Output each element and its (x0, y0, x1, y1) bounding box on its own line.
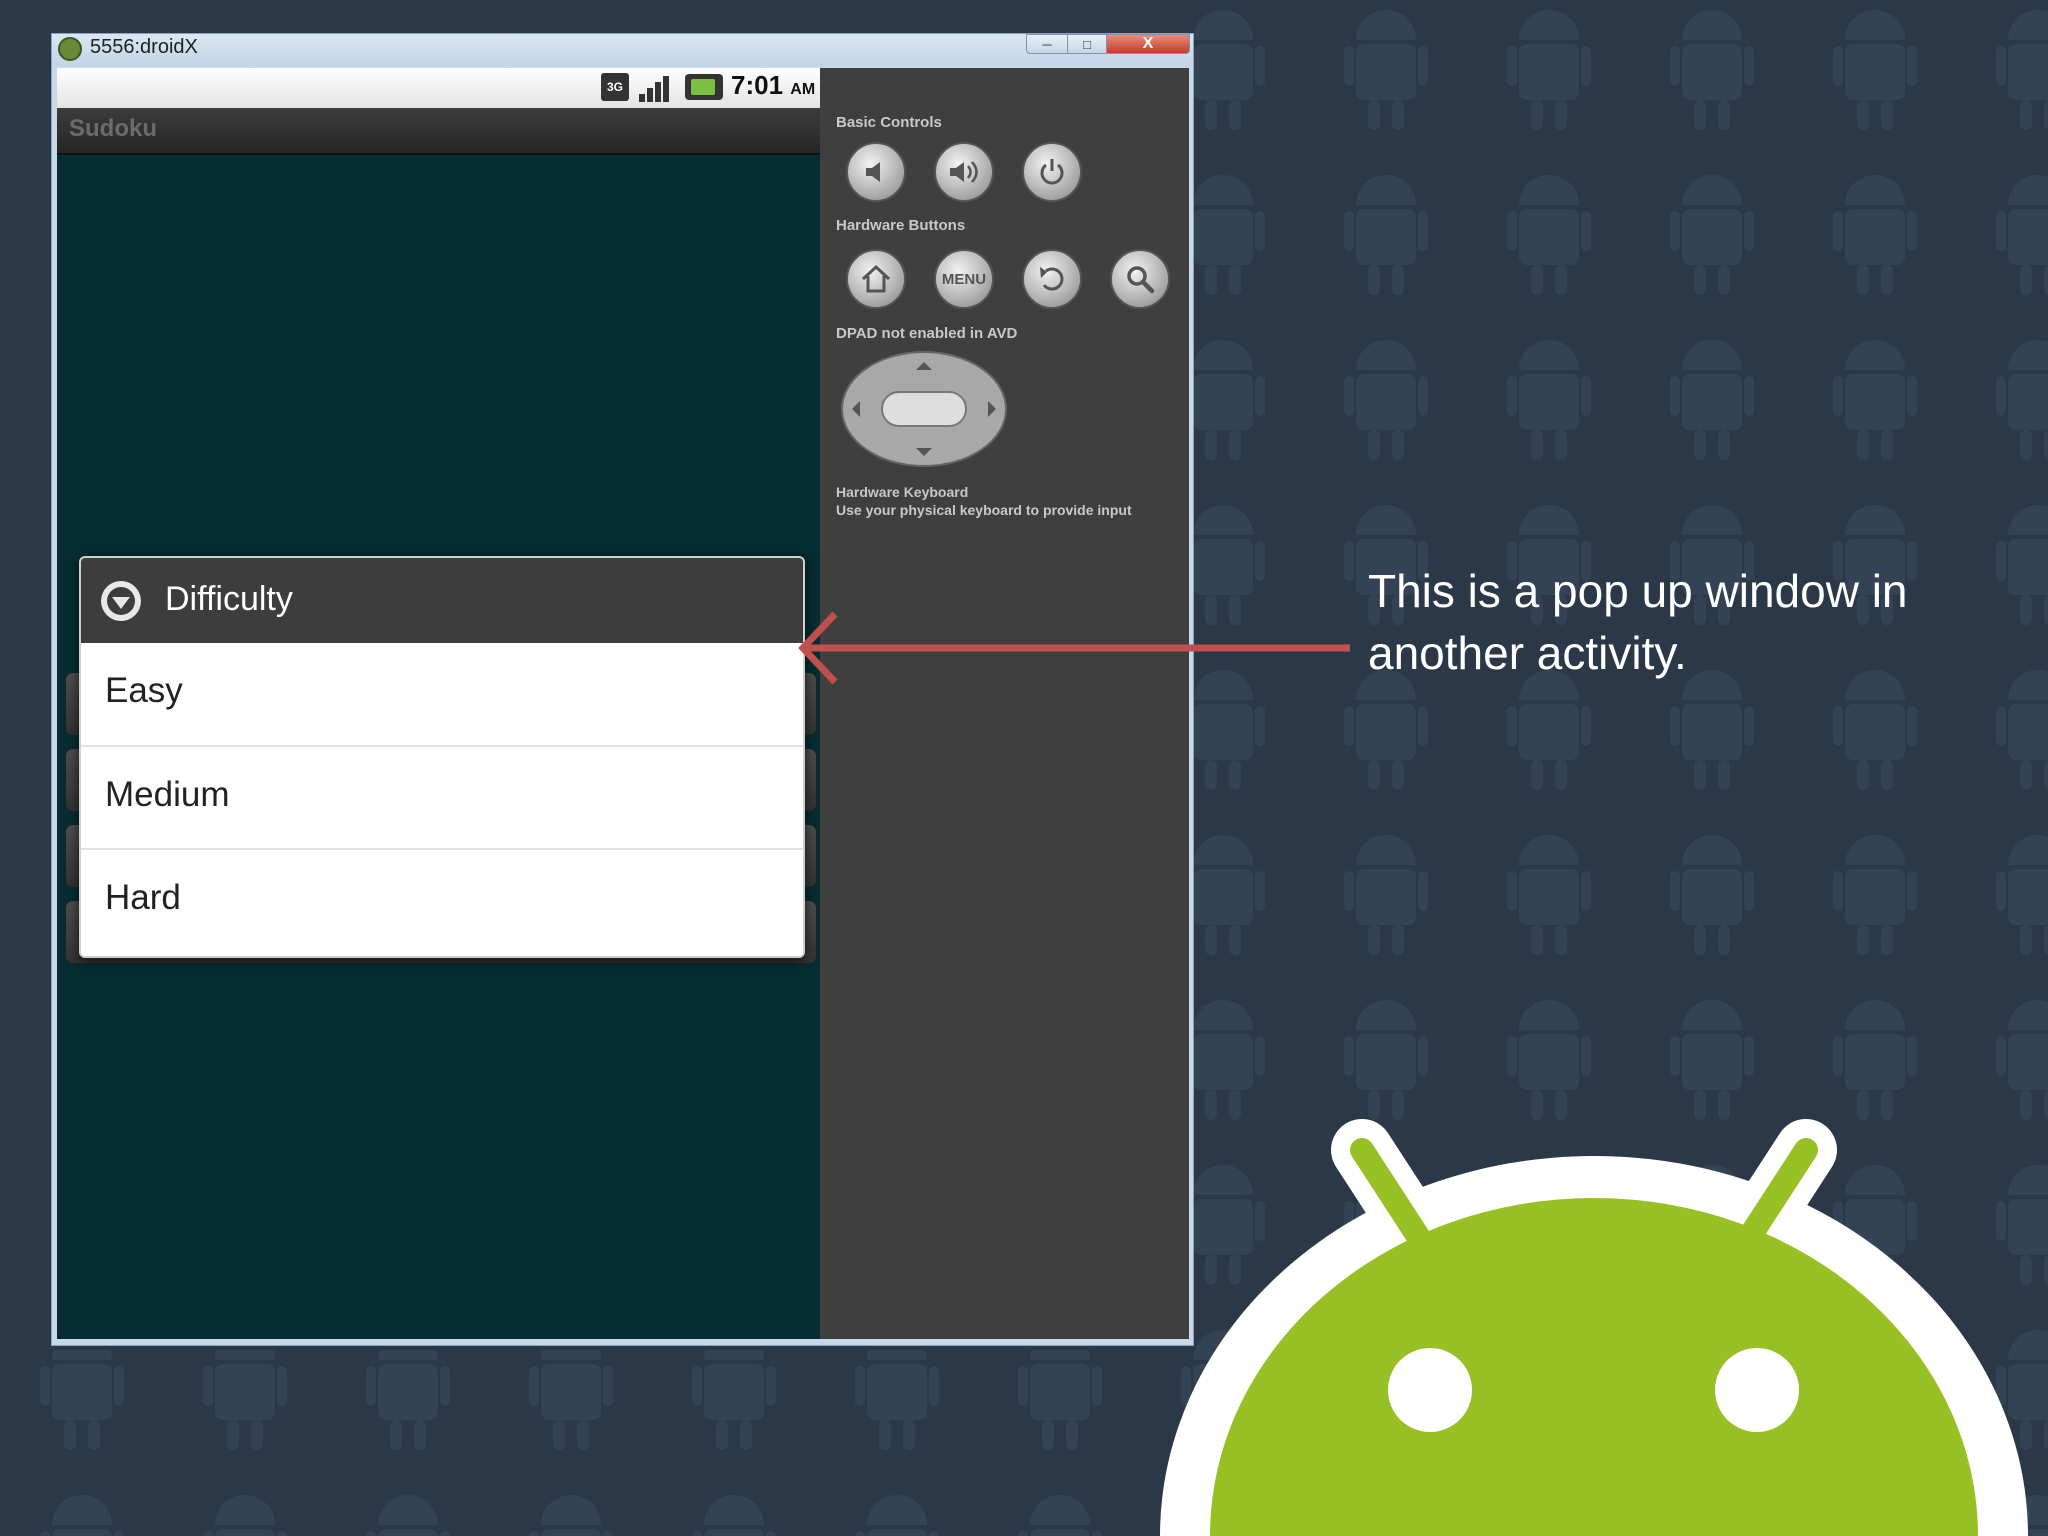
option-label: Easy (105, 671, 183, 710)
back-icon (1040, 267, 1064, 291)
dpad-icon (841, 351, 1007, 467)
hardware-buttons-label: Hardware Buttons (836, 217, 966, 234)
menu-button[interactable]: MENU (934, 249, 994, 309)
minimize-button[interactable]: ─ (1026, 34, 1068, 54)
dialog-title: Difficulty (165, 580, 293, 618)
app-titlebar: Sudoku (57, 108, 820, 155)
app-title: Sudoku (69, 115, 157, 142)
emulator-app-icon (58, 37, 82, 61)
dialog-header: Difficulty (81, 558, 803, 643)
difficulty-option-hard[interactable]: Hard (81, 848, 803, 956)
volume-down-button[interactable] (846, 142, 906, 202)
option-label: Hard (105, 878, 181, 917)
home-icon (861, 264, 891, 293)
hardware-keyboard-hint: Use your physical keyboard to provide in… (836, 502, 1132, 518)
difficulty-option-easy[interactable]: Easy (81, 643, 803, 745)
window-title: 5556:droidX (90, 36, 198, 58)
annotation-arrow (798, 611, 1350, 685)
volume-down-icon (866, 162, 880, 182)
hardware-keyboard-label: Hardware Keyboard (836, 484, 969, 500)
annotation-text: This is a pop up window in another activ… (1368, 565, 1908, 679)
status-time: 7:01 AM (731, 70, 815, 101)
dpad-label: DPAD not enabled in AVD (836, 325, 1018, 342)
menu-button-label: MENU (941, 270, 987, 288)
android-logo (1160, 1119, 2028, 1536)
device-screen[interactable]: 3G 7:01 AM Sudoku Difficulty Easy Medium… (57, 68, 820, 1339)
status-time-ampm: AM (790, 81, 816, 98)
power-button[interactable] (1022, 142, 1082, 202)
difficulty-dialog: Difficulty Easy Medium Hard (79, 556, 805, 958)
volume-up-button[interactable] (934, 142, 994, 202)
network-3g-icon: 3G (601, 73, 629, 101)
battery-icon (685, 74, 723, 100)
maximize-button[interactable]: □ (1067, 34, 1107, 54)
basic-controls-label: Basic Controls (836, 114, 942, 131)
home-button[interactable] (846, 249, 906, 309)
option-label: Medium (105, 775, 230, 814)
signal-strength-icon (639, 76, 669, 102)
close-button[interactable]: X (1106, 34, 1190, 54)
power-icon (1040, 159, 1064, 185)
back-button[interactable] (1022, 249, 1082, 309)
volume-up-icon (950, 161, 978, 183)
emulator-control-panel: Basic Controls Hardware Buttons MENU DPA… (820, 68, 1189, 1339)
window-titlebar[interactable]: 5556:droidX ─ □ X (52, 34, 1193, 66)
difficulty-option-medium[interactable]: Medium (81, 745, 803, 847)
search-icon (1127, 266, 1155, 294)
search-button[interactable] (1110, 249, 1170, 309)
dialog-dropdown-icon (101, 581, 141, 621)
status-bar: 3G 7:01 AM (57, 68, 820, 108)
status-time-value: 7:01 (731, 70, 784, 100)
